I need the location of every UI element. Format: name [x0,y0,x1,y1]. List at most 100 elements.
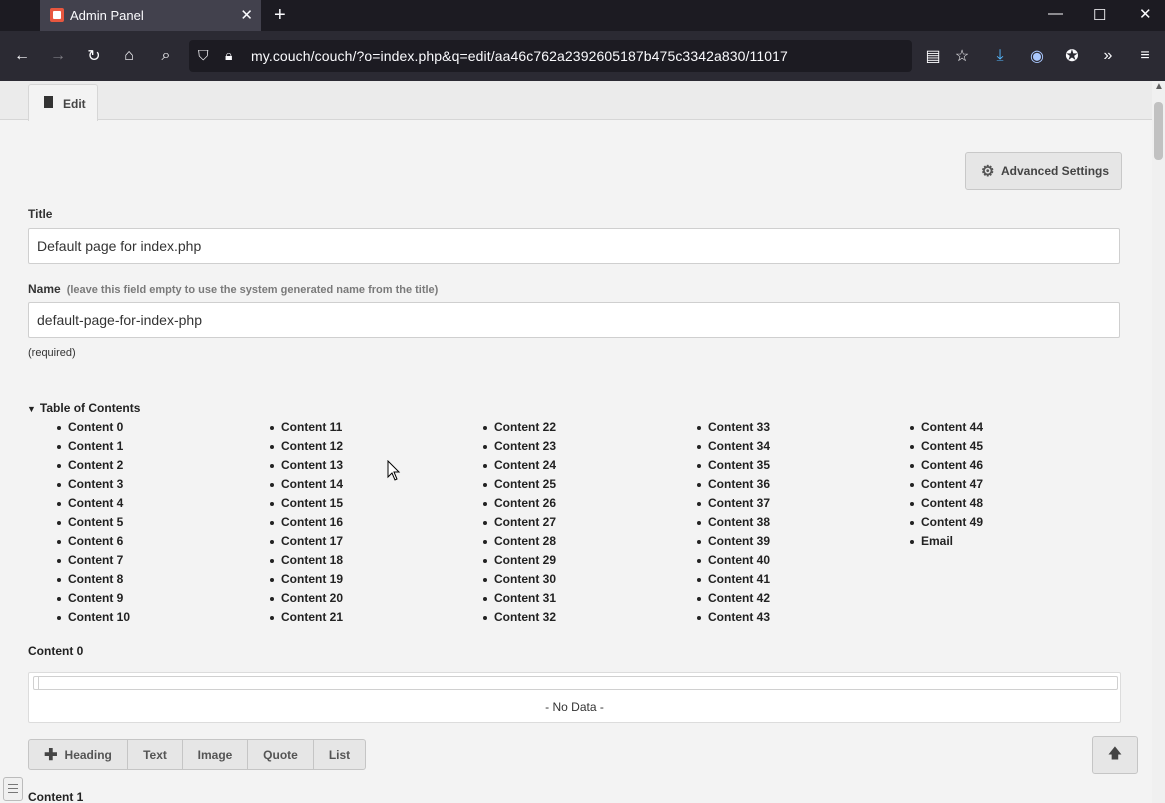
sidebar-toggle-icon[interactable] [3,777,23,801]
add-image-button[interactable]: Image [183,740,248,769]
close-tab-icon[interactable]: ✕ [240,6,253,24]
maximize-icon[interactable]: ☐ [1093,6,1106,24]
toc-item[interactable]: Content 33 [697,420,770,439]
downloads-icon[interactable]: ⤓ [989,45,1011,67]
content1-label: Content 1 [28,790,84,803]
address-bar[interactable]: ⛉ 🔒︎ my.couch/couch/?o=index.php&q=edit/… [189,40,912,72]
toc-item[interactable]: Content 25 [483,477,556,496]
toc-item[interactable]: Content 10 [57,610,130,629]
toc-item[interactable]: Content 46 [910,458,983,477]
toc-item[interactable]: Content 24 [483,458,556,477]
scroll-to-top-button[interactable]: 🡅 [1092,736,1138,774]
toc-item[interactable]: Content 12 [270,439,343,458]
hamburger-menu-icon[interactable]: ≡ [1134,45,1156,67]
toc-toggle[interactable]: ▼ Table of Contents [27,401,140,415]
resize-grip-icon[interactable] [34,677,39,689]
name-input[interactable]: default-page-for-index-php [28,302,1120,338]
add-text-button[interactable]: Text [128,740,183,769]
toc-item[interactable]: Content 13 [270,458,343,477]
toc-item[interactable]: Content 19 [270,572,343,591]
advanced-settings-button[interactable]: ⚙ Advanced Settings [965,152,1122,190]
toc-item[interactable]: Content 23 [483,439,556,458]
toc-item[interactable]: Content 30 [483,572,556,591]
toc-item[interactable]: Content 36 [697,477,770,496]
toc-item[interactable]: Content 1 [57,439,130,458]
add-quote-button[interactable]: Quote [248,740,314,769]
toc-item[interactable]: Content 4 [57,496,130,515]
lock-icon[interactable]: 🔒︎ [225,47,232,64]
scrollbar-thumb[interactable] [1154,102,1163,160]
extensions-icon[interactable]: ✪ [1061,45,1083,67]
toc-item[interactable]: Content 49 [910,515,983,534]
toc-item[interactable]: Content 32 [483,610,556,629]
toc-item[interactable]: Content 26 [483,496,556,515]
toc-item[interactable]: Content 8 [57,572,130,591]
forward-arrow-icon[interactable]: → [47,45,69,67]
name-label-row: Name (leave this field empty to use the s… [28,282,438,296]
tab-edit-label: Edit [63,97,86,111]
minimize-icon[interactable]: — [1048,5,1063,22]
document-icon [44,96,53,108]
toc-item[interactable]: Content 47 [910,477,983,496]
toc-item[interactable]: Content 16 [270,515,343,534]
toc-item[interactable]: Content 6 [57,534,130,553]
account-icon[interactable]: ◉ [1026,45,1048,67]
scroll-up-arrow-icon[interactable]: ▲ [1154,81,1164,92]
toc-item[interactable]: Content 27 [483,515,556,534]
toc-item[interactable]: Content 21 [270,610,343,629]
browser-titlebar: Admin Panel ✕ + — ☐ ✕ [0,0,1165,31]
toc-item[interactable]: Content 2 [57,458,130,477]
title-input[interactable]: Default page for index.php [28,228,1120,264]
content0-scroll-track[interactable] [33,676,1118,690]
toc-column-5: Content 44 Content 45 Content 46 Content 47… [910,420,983,553]
page-scrollbar[interactable]: ▲ [1152,81,1165,803]
new-tab-plus-icon[interactable]: + [274,4,286,27]
toc-item[interactable]: Content 38 [697,515,770,534]
admin-page: Edit ⚙ Advanced Settings Title Default p… [0,81,1152,803]
tab-edit[interactable]: Edit [28,84,98,121]
toc-item[interactable]: Content 40 [697,553,770,572]
back-arrow-icon[interactable]: ← [11,45,33,67]
overflow-chevrons-icon[interactable]: » [1097,45,1119,67]
toc-item[interactable]: Content 44 [910,420,983,439]
toc-item[interactable]: Content 14 [270,477,343,496]
page-tabstrip: Edit [0,81,1152,121]
home-icon[interactable]: ⌂ [118,45,140,67]
toc-item[interactable]: Content 5 [57,515,130,534]
browser-navbar: ← → ↻ ⌂ ⌕ ⛉ 🔒︎ my.couch/couch/?o=index.p… [0,31,1165,81]
toc-item[interactable]: Content 22 [483,420,556,439]
toc-item[interactable]: Content 3 [57,477,130,496]
url-text[interactable]: my.couch/couch/?o=index.php&q=edit/aa46c… [251,48,788,64]
toc-item[interactable]: Content 48 [910,496,983,515]
reader-view-icon[interactable]: ▤ [922,45,944,67]
toc-item[interactable]: Content 9 [57,591,130,610]
toc-item[interactable]: Content 45 [910,439,983,458]
reload-icon[interactable]: ↻ [83,45,105,67]
toc-item[interactable]: Content 29 [483,553,556,572]
required-note: (required) [28,347,76,359]
toc-item[interactable]: Content 17 [270,534,343,553]
toc-item[interactable]: Content 42 [697,591,770,610]
close-window-icon[interactable]: ✕ [1139,5,1152,23]
toc-item[interactable]: Content 11 [270,420,343,439]
browser-tab-admin-panel[interactable]: Admin Panel ✕ [40,0,261,31]
bookmark-star-icon[interactable]: ☆ [951,45,973,67]
toc-item[interactable]: Content 37 [697,496,770,515]
shield-icon[interactable]: ⛉ [198,47,209,64]
add-list-button[interactable]: List [314,740,365,769]
toc-item[interactable]: Content 31 [483,591,556,610]
toc-item[interactable]: Email [910,534,983,553]
toc-item[interactable]: Content 43 [697,610,770,629]
toc-item[interactable]: Content 39 [697,534,770,553]
add-heading-button[interactable]: ✚ Heading [29,740,128,769]
search-icon[interactable]: ⌕ [155,45,177,67]
toc-item[interactable]: Content 18 [270,553,343,572]
toc-item[interactable]: Content 15 [270,496,343,515]
toc-item[interactable]: Content 20 [270,591,343,610]
toc-item[interactable]: Content 41 [697,572,770,591]
toc-item[interactable]: Content 7 [57,553,130,572]
toc-item[interactable]: Content 0 [57,420,130,439]
toc-item[interactable]: Content 35 [697,458,770,477]
toc-item[interactable]: Content 34 [697,439,770,458]
toc-item[interactable]: Content 28 [483,534,556,553]
